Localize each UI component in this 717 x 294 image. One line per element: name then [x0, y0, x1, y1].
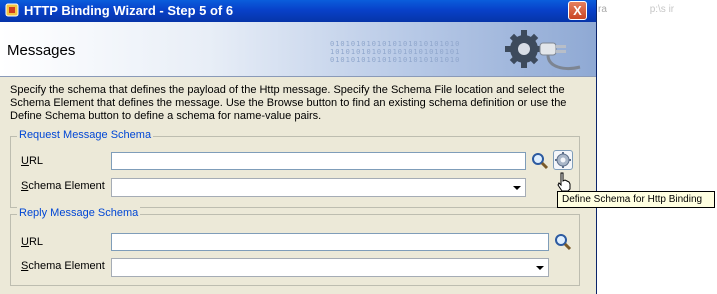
instructions-text: Specify the schema that defines the payl…	[10, 84, 567, 122]
gear-plug-icon	[505, 30, 581, 70]
request-url-input[interactable]	[111, 152, 526, 170]
define-schema-tooltip: Define Schema for Http Binding	[557, 191, 715, 208]
reply-url-input[interactable]	[111, 233, 549, 251]
request-message-schema-group: Request Message Schema URL Schema Elemen…	[10, 129, 580, 208]
reply-url-label: URL	[21, 236, 44, 248]
binary-decoration: 0101010101010101010101010 10101010101010…	[330, 40, 460, 64]
reply-message-schema-group: Reply Message Schema URL Schema Element	[10, 207, 580, 286]
reply-browse-search-icon[interactable]	[553, 232, 573, 252]
background-app-text-1: ra	[598, 4, 607, 15]
wizard-window: HTTP Binding Wizard - Step 5 of 6 X 0101…	[0, 0, 597, 294]
background-app-text: ra p:\s ir	[598, 4, 674, 15]
request-schema-element-combo[interactable]	[111, 178, 526, 197]
chevron-down-icon	[536, 266, 544, 270]
window-title: HTTP Binding Wizard - Step 5 of 6	[24, 3, 234, 18]
title-bar: HTTP Binding Wizard - Step 5 of 6 X	[0, 0, 596, 22]
wizard-content: Specify the schema that defines the payl…	[0, 77, 596, 294]
binary-line-1: 0101010101010101010101010	[330, 40, 461, 48]
hand-cursor-icon	[557, 172, 571, 192]
page-title: Messages	[7, 42, 76, 59]
reply-schema-element-combo[interactable]	[111, 258, 549, 277]
binary-line-3: 0101010101010101010101010	[330, 56, 461, 64]
request-browse-search-icon[interactable]	[530, 151, 550, 171]
binary-line-2: 1010101010101010101010101	[330, 48, 461, 56]
define-schema-gear-icon	[555, 152, 571, 168]
wizard-header: 0101010101010101010101010 10101010101010…	[0, 22, 596, 77]
background-app-text-2: p:\s ir	[649, 4, 675, 15]
request-url-label: URL	[21, 155, 44, 167]
request-schema-element-label: Schema Element	[21, 180, 105, 192]
request-define-schema-button[interactable]	[553, 150, 573, 170]
close-icon: X	[573, 3, 582, 18]
app-icon	[5, 3, 19, 17]
reply-schema-element-label: Schema Element	[21, 260, 105, 272]
reply-group-legend: Reply Message Schema	[17, 207, 141, 219]
chevron-down-icon	[513, 186, 521, 190]
close-button[interactable]: X	[568, 1, 587, 20]
request-group-legend: Request Message Schema	[17, 129, 154, 141]
